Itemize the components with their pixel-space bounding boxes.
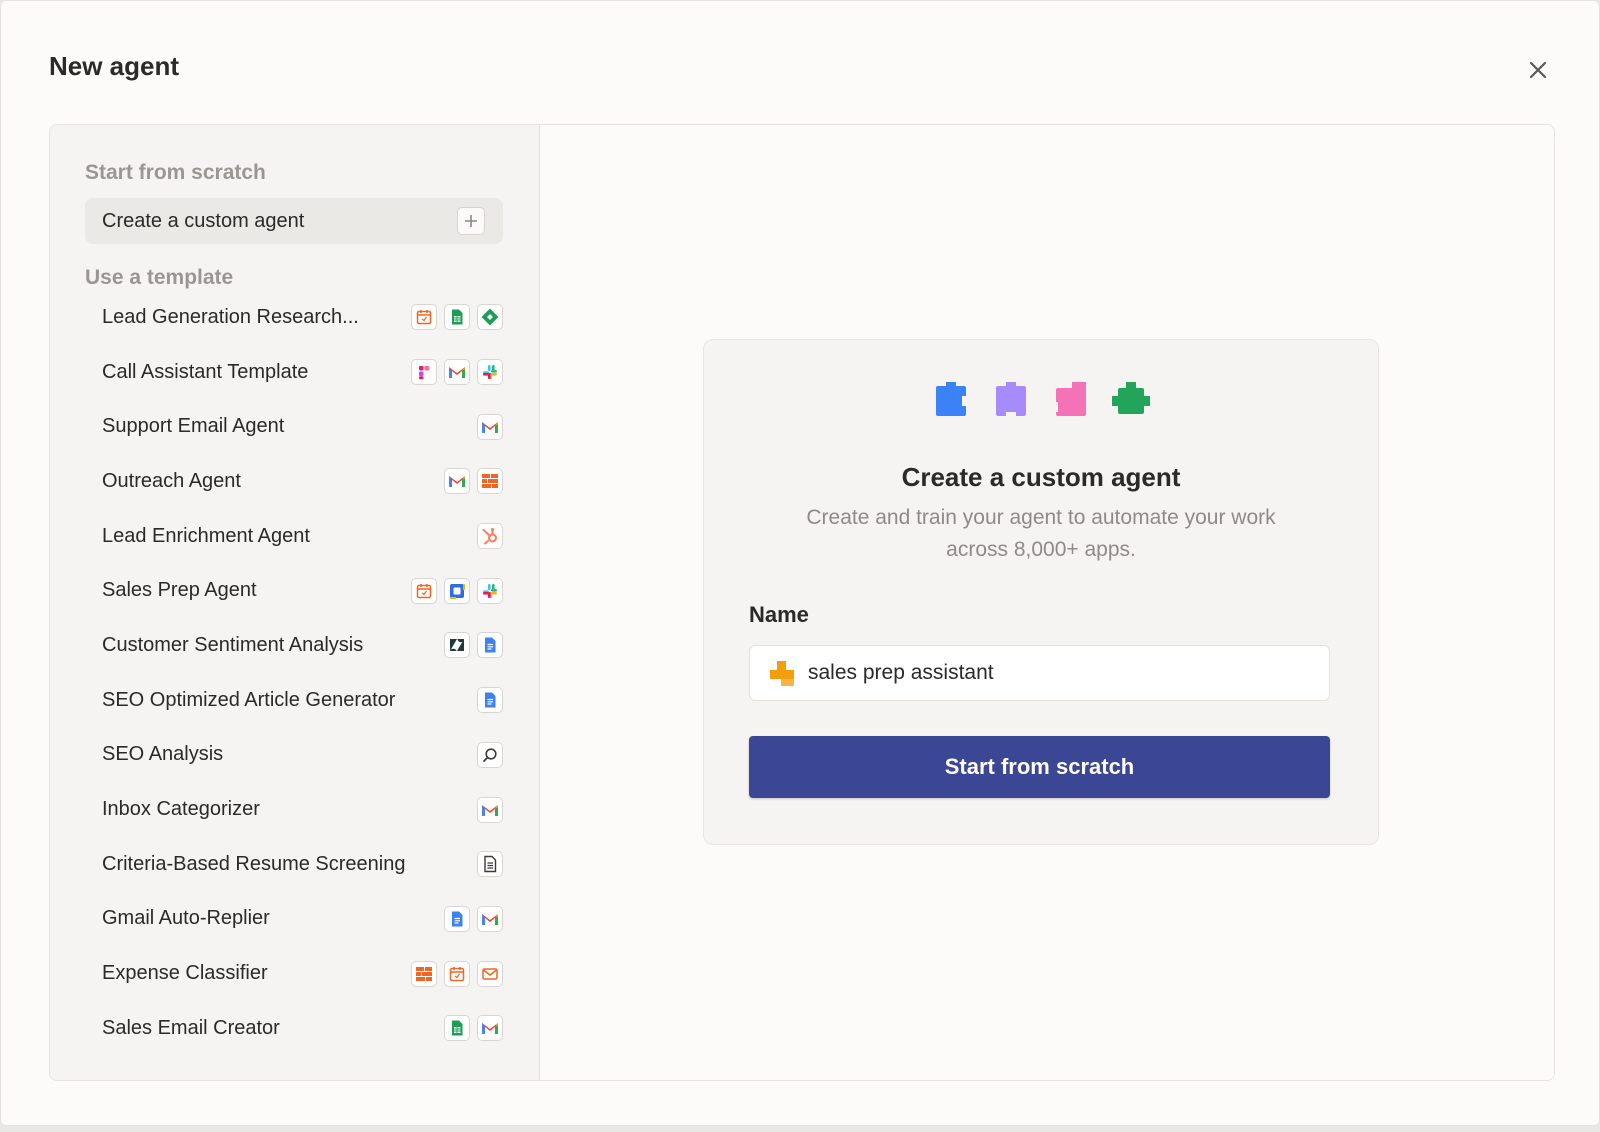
template-app-icons xyxy=(444,905,503,932)
template-app-icons xyxy=(477,523,503,550)
search-icon xyxy=(477,741,503,768)
document-icon xyxy=(477,851,503,878)
gmail-icon xyxy=(444,359,470,386)
template-item-label: Sales Prep Agent xyxy=(102,579,257,602)
calendar-icon xyxy=(444,960,470,987)
template-app-icons xyxy=(444,468,503,495)
zapier-tables-icon xyxy=(477,468,503,495)
template-item-label: Expense Classifier xyxy=(102,962,268,985)
name-field-value: sales prep assistant xyxy=(808,661,994,684)
puzzle-piece-icon xyxy=(992,382,1030,425)
template-item[interactable]: Lead Generation Research... xyxy=(85,290,503,345)
template-app-icons xyxy=(411,577,503,604)
template-app-icons xyxy=(411,960,503,987)
google-docs-icon xyxy=(477,632,503,659)
figma-app-icon xyxy=(411,359,437,386)
template-app-icons xyxy=(477,413,503,440)
template-item[interactable]: Criteria-Based Resume Screening xyxy=(85,837,503,892)
template-app-icons xyxy=(477,851,503,878)
square-app-icon xyxy=(444,577,470,604)
template-item-label: Gmail Auto-Replier xyxy=(102,907,270,930)
template-item-label: Call Assistant Template xyxy=(102,360,309,383)
template-item[interactable]: Customer Sentiment Analysis xyxy=(85,618,503,673)
template-item[interactable]: Expense Classifier xyxy=(85,946,503,1001)
template-app-icons xyxy=(411,304,503,331)
template-item[interactable]: Sales Prep Agent xyxy=(85,563,503,618)
close-button[interactable] xyxy=(1521,53,1555,87)
section-label-template: Use a template xyxy=(85,266,234,289)
google-docs-icon xyxy=(477,687,503,714)
create-custom-agent-item[interactable]: Create a custom agent xyxy=(85,198,503,244)
zapier-tables-icon xyxy=(411,960,437,987)
custom-agent-card: Create a custom agent Create and train y… xyxy=(703,339,1379,845)
section-label-scratch: Start from scratch xyxy=(85,161,266,184)
zendesk-icon xyxy=(444,632,470,659)
template-item-label: SEO Analysis xyxy=(102,743,224,766)
google-sheets-icon xyxy=(444,304,470,331)
template-item-label: Criteria-Based Resume Screening xyxy=(102,852,406,875)
slack-icon xyxy=(477,577,503,604)
start-from-scratch-button[interactable]: Start from scratch xyxy=(749,736,1330,798)
diamond-app-icon xyxy=(477,304,503,331)
template-app-icons xyxy=(477,687,503,714)
create-custom-agent-label: Create a custom agent xyxy=(102,209,305,232)
template-item-label: Outreach Agent xyxy=(102,469,241,492)
puzzle-piece-icon xyxy=(932,382,970,425)
puzzle-piece-icon xyxy=(1052,382,1090,425)
template-item-label: Customer Sentiment Analysis xyxy=(102,633,364,656)
gmail-icon xyxy=(444,468,470,495)
template-app-icons xyxy=(477,796,503,823)
google-sheets-icon xyxy=(444,1015,470,1042)
template-item[interactable]: Outreach Agent xyxy=(85,454,503,509)
template-item-label: Sales Email Creator xyxy=(102,1016,280,1039)
gmail-icon xyxy=(477,413,503,440)
template-app-icons xyxy=(444,632,503,659)
template-item-label: Lead Generation Research... xyxy=(102,305,359,328)
template-item[interactable]: Inbox Categorizer xyxy=(85,782,503,837)
gmail-icon xyxy=(477,796,503,823)
slack-icon xyxy=(477,359,503,386)
google-docs-icon xyxy=(444,905,470,932)
name-field[interactable]: sales prep assistant xyxy=(749,645,1330,701)
template-item[interactable]: Call Assistant Template xyxy=(85,345,503,400)
sidebar: Start from scratch Create a custom agent… xyxy=(50,125,540,1080)
card-description: Create and train your agent to automate … xyxy=(806,506,1276,561)
puzzle-icons xyxy=(704,382,1378,425)
puzzle-piece-icon xyxy=(1112,382,1150,425)
agent-avatar-icon xyxy=(770,661,794,686)
new-agent-modal: New agent Start from scratch Create a cu… xyxy=(0,0,1600,1126)
close-icon xyxy=(1529,61,1547,79)
template-list: Lead Generation Research... Call Assistan… xyxy=(85,290,503,1056)
plus-icon xyxy=(457,207,485,235)
calendar-icon xyxy=(411,577,437,604)
template-app-icons xyxy=(444,1015,503,1042)
template-item[interactable]: SEO Optimized Article Generator xyxy=(85,673,503,728)
gmail-icon xyxy=(477,1015,503,1042)
template-item-label: Lead Enrichment Agent xyxy=(102,524,310,547)
template-item[interactable]: Gmail Auto-Replier xyxy=(85,892,503,947)
template-item-label: Support Email Agent xyxy=(102,415,285,438)
template-item[interactable]: Lead Enrichment Agent xyxy=(85,509,503,564)
template-app-icons xyxy=(477,741,503,768)
hubspot-icon xyxy=(477,523,503,550)
calendar-icon xyxy=(411,304,437,331)
template-item[interactable]: Support Email Agent xyxy=(85,399,503,454)
template-item[interactable]: SEO Analysis xyxy=(85,728,503,783)
modal-title: New agent xyxy=(49,51,180,81)
card-title: Create a custom agent xyxy=(901,462,1181,492)
template-app-icons xyxy=(411,359,503,386)
template-item[interactable]: Sales Email Creator xyxy=(85,1001,503,1056)
template-item-label: Inbox Categorizer xyxy=(102,798,260,821)
gmail-icon xyxy=(477,905,503,932)
agent-panel: Start from scratch Create a custom agent… xyxy=(49,124,1555,1081)
email-icon xyxy=(477,960,503,987)
name-label: Name xyxy=(749,602,809,627)
template-item-label: SEO Optimized Article Generator xyxy=(102,688,396,711)
